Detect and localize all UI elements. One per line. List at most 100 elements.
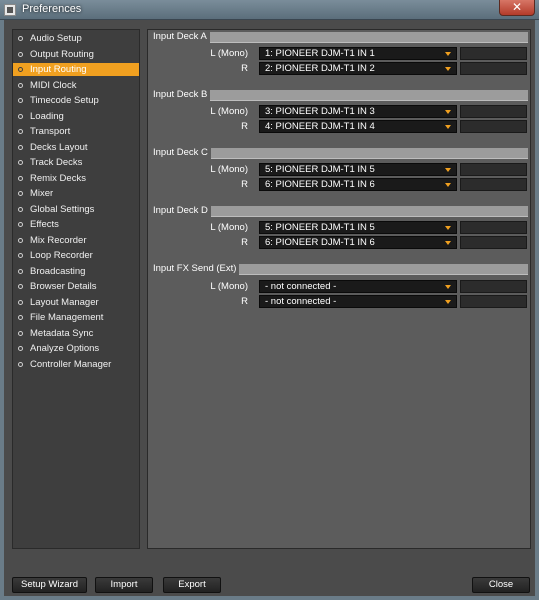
sidebar-item-label: Decks Layout xyxy=(30,141,88,153)
section-header-input-deck-a: Input Deck A xyxy=(150,31,528,43)
radio-bullet-icon xyxy=(18,222,23,227)
radio-bullet-icon xyxy=(18,206,23,212)
sidebar-item-label: Browser Details xyxy=(30,281,97,292)
chevron-down-icon xyxy=(445,110,451,114)
app-icon xyxy=(4,4,16,16)
sidebar-item-audio-setup[interactable]: Audio Setup xyxy=(13,32,139,45)
select-value: 2: PIONEER DJM-T1 IN 2 xyxy=(265,63,375,74)
deck-a-left-input-select[interactable]: 1: PIONEER DJM-T1 IN 1 xyxy=(259,47,457,60)
sidebar-item-broadcasting[interactable]: Broadcasting xyxy=(13,265,139,278)
input-level-meter xyxy=(460,62,527,75)
channel-label: L (Mono) xyxy=(210,281,248,292)
sidebar-item-label: Broadcasting xyxy=(30,265,86,277)
input-level-meter xyxy=(460,163,527,176)
sidebar-item-label: File Management xyxy=(30,312,104,323)
window-close-button[interactable]: ✕ xyxy=(499,0,535,16)
sidebar-item-loop-recorder[interactable]: Loop Recorder xyxy=(13,249,139,262)
export-button[interactable]: Export xyxy=(163,577,221,593)
sidebar-item-decks-layout[interactable]: Decks Layout xyxy=(13,141,139,154)
sidebar-item-label: Track Decks xyxy=(30,157,83,168)
sidebar-item-label: Mixer xyxy=(30,188,54,199)
section-header-input-deck-d: Input Deck D xyxy=(150,205,528,217)
sidebar-item-transport[interactable]: Transport xyxy=(13,125,139,138)
radio-bullet-icon xyxy=(18,51,23,57)
section-title: Input Deck B xyxy=(150,89,211,101)
input-level-meter xyxy=(460,221,527,234)
chevron-down-icon xyxy=(445,67,451,71)
input-level-meter xyxy=(460,178,527,191)
radio-bullet-icon xyxy=(18,98,23,103)
channel-label: R xyxy=(241,121,248,132)
deck-b-left-input-select[interactable]: 3: PIONEER DJM-T1 IN 3 xyxy=(259,105,457,118)
section-header-input-deck-b: Input Deck B xyxy=(150,89,528,101)
sidebar-item-loading[interactable]: Loading xyxy=(13,110,139,123)
sidebar-item-midi-clock[interactable]: MIDI Clock xyxy=(13,79,139,92)
sidebar-item-analyze-options[interactable]: Analyze Options xyxy=(13,342,139,355)
radio-bullet-icon xyxy=(18,237,23,243)
sidebar-item-timecode-setup[interactable]: Timecode Setup xyxy=(13,94,139,107)
sidebar-item-effects[interactable]: Effects xyxy=(13,218,139,231)
fx-send-right-input-select[interactable]: - not connected - xyxy=(259,295,457,308)
close-button[interactable]: Close xyxy=(472,577,530,593)
sidebar-item-layout-manager[interactable]: Layout Manager xyxy=(13,296,139,309)
chevron-down-icon xyxy=(445,300,451,304)
radio-bullet-icon xyxy=(18,299,23,305)
deck-a-right-input-select[interactable]: 2: PIONEER DJM-T1 IN 2 xyxy=(259,62,457,75)
channel-label: L (Mono) xyxy=(210,164,248,175)
sidebar-item-label: Input Routing xyxy=(30,64,87,75)
section-title: Input FX Send (Ext) xyxy=(150,263,240,275)
chevron-down-icon xyxy=(445,241,451,245)
sidebar-item-input-routing[interactable]: Input Routing xyxy=(13,63,139,76)
sidebar-item-label: MIDI Clock xyxy=(30,79,77,91)
input-routing-panel: Input Deck A L (Mono) 1: PIONEER DJM-T1 … xyxy=(147,29,531,549)
select-value: 1: PIONEER DJM-T1 IN 1 xyxy=(265,48,375,59)
sidebar-item-mix-recorder[interactable]: Mix Recorder xyxy=(13,234,139,247)
sidebar-item-label: Remix Decks xyxy=(30,172,86,184)
sidebar-item-output-routing[interactable]: Output Routing xyxy=(13,48,139,61)
sidebar-item-browser-details[interactable]: Browser Details xyxy=(13,280,139,293)
radio-bullet-icon xyxy=(18,36,23,41)
sidebar-item-label: Effects xyxy=(30,219,59,230)
select-value: - not connected - xyxy=(265,281,337,292)
input-level-meter xyxy=(460,105,527,118)
import-button[interactable]: Import xyxy=(95,577,153,593)
input-level-meter xyxy=(460,280,527,293)
radio-bullet-icon xyxy=(18,361,23,367)
radio-bullet-icon xyxy=(18,284,23,289)
radio-bullet-icon xyxy=(18,113,23,119)
select-value: 5: PIONEER DJM-T1 IN 5 xyxy=(265,222,375,233)
chevron-down-icon xyxy=(445,183,451,187)
deck-d-right-input-select[interactable]: 6: PIONEER DJM-T1 IN 6 xyxy=(259,236,457,249)
sidebar-item-label: Mix Recorder xyxy=(30,234,87,246)
sidebar-item-label: Metadata Sync xyxy=(30,327,94,339)
deck-d-left-input-select[interactable]: 5: PIONEER DJM-T1 IN 5 xyxy=(259,221,457,234)
deck-b-right-input-select[interactable]: 4: PIONEER DJM-T1 IN 4 xyxy=(259,120,457,133)
channel-label: L (Mono) xyxy=(210,106,248,117)
channel-label: L (Mono) xyxy=(210,222,248,233)
sidebar-item-global-settings[interactable]: Global Settings xyxy=(13,203,139,216)
sidebar-item-file-management[interactable]: File Management xyxy=(13,311,139,324)
deck-c-left-input-select[interactable]: 5: PIONEER DJM-T1 IN 5 xyxy=(259,163,457,176)
sidebar-item-mixer[interactable]: Mixer xyxy=(13,187,139,200)
radio-bullet-icon xyxy=(18,315,23,320)
sidebar-item-label: Layout Manager xyxy=(30,296,99,308)
sidebar-item-remix-decks[interactable]: Remix Decks xyxy=(13,172,139,185)
chevron-down-icon xyxy=(445,226,451,230)
sidebar-item-track-decks[interactable]: Track Decks xyxy=(13,156,139,169)
radio-bullet-icon xyxy=(18,129,23,134)
radio-bullet-icon xyxy=(18,191,23,196)
fx-send-left-input-select[interactable]: - not connected - xyxy=(259,280,457,293)
radio-bullet-icon xyxy=(18,160,23,165)
sidebar-item-label: Output Routing xyxy=(30,48,94,60)
input-level-meter xyxy=(460,47,527,60)
sidebar-item-label: Global Settings xyxy=(30,203,95,215)
deck-c-right-input-select[interactable]: 6: PIONEER DJM-T1 IN 6 xyxy=(259,178,457,191)
setup-wizard-button[interactable]: Setup Wizard xyxy=(12,577,87,593)
channel-label: L (Mono) xyxy=(210,48,248,59)
sidebar-item-metadata-sync[interactable]: Metadata Sync xyxy=(13,327,139,340)
chevron-down-icon xyxy=(445,125,451,129)
channel-label: R xyxy=(241,63,248,74)
sidebar-item-controller-manager[interactable]: Controller Manager xyxy=(13,358,139,371)
sidebar-item-label: Timecode Setup xyxy=(30,95,99,106)
sidebar-item-label: Transport xyxy=(30,126,71,137)
